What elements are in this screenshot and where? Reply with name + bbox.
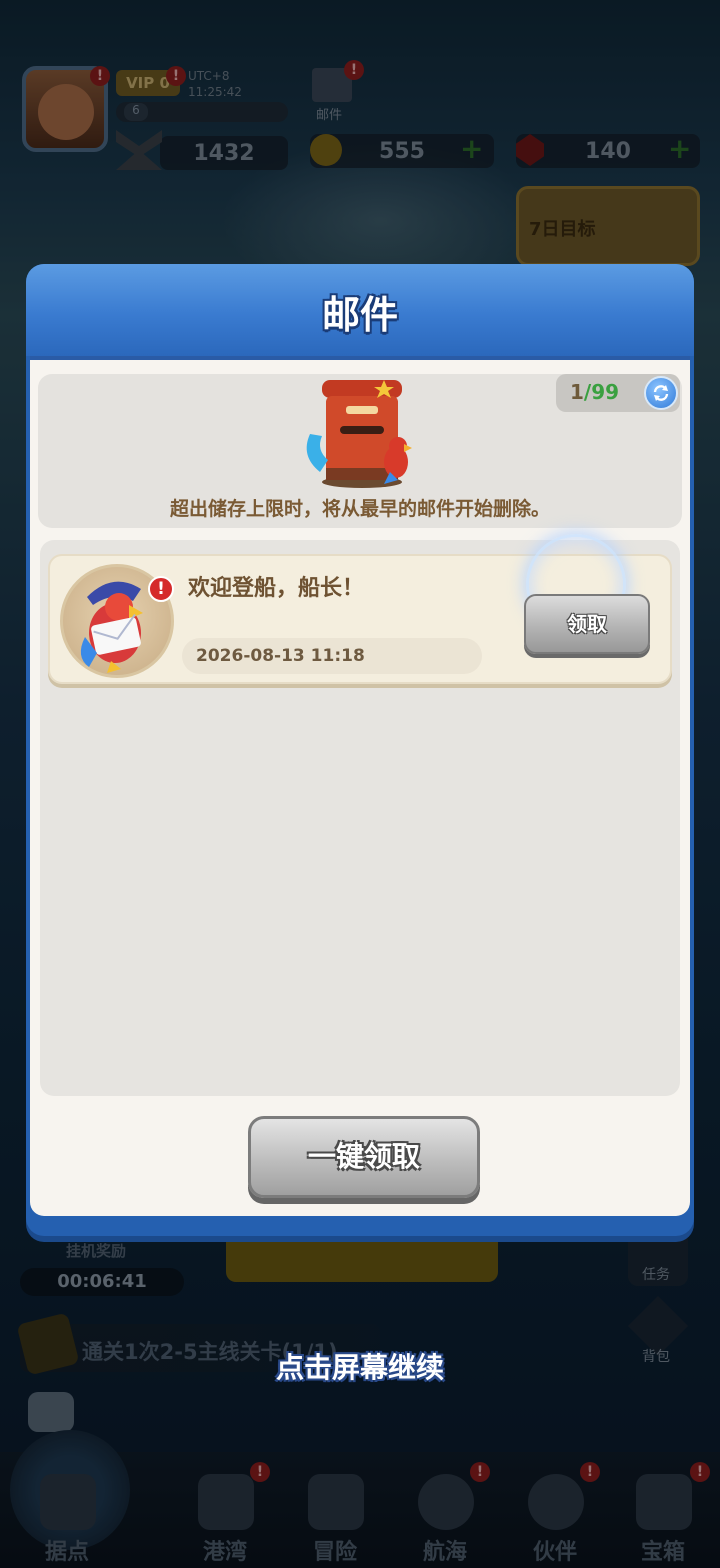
postbox-illustration xyxy=(300,376,432,490)
mail-list: ! 欢迎登船，船长！ 2026-08-13 11:18 领取 xyxy=(40,534,680,1096)
modal-body: 1/99 超出储存上限时，将从最早的邮件开始删除。 ! 欢迎登船，船长！ 202… xyxy=(30,356,690,1216)
mail-counter: 1/99 xyxy=(556,374,680,412)
mailbox-info-panel: 1/99 超出储存上限时，将从最早的邮件开始删除。 xyxy=(38,374,682,528)
unread-badge: ! xyxy=(148,576,174,602)
refresh-button[interactable] xyxy=(644,376,678,410)
storage-notice: 超出储存上限时，将从最早的邮件开始删除。 xyxy=(169,498,550,520)
mail-title: 欢迎登船，船长！ xyxy=(188,576,365,601)
modal-title: 邮件 xyxy=(321,293,398,337)
mail-count-total: /99 xyxy=(583,380,620,404)
mail-date: 2026-08-13 11:18 xyxy=(182,638,482,674)
mail-count-text: 1/99 xyxy=(570,380,619,404)
modal-header: 邮件 xyxy=(26,264,694,356)
claim-button[interactable]: 领取 xyxy=(524,594,650,654)
refresh-icon xyxy=(653,385,669,401)
mail-count-current: 1 xyxy=(570,380,584,404)
claim-all-button[interactable]: 一键领取 xyxy=(248,1116,480,1198)
tap-to-continue-text: 点击屏幕继续 xyxy=(275,1351,444,1384)
mail-list-item[interactable]: ! 欢迎登船，船长！ 2026-08-13 11:18 领取 xyxy=(48,534,672,684)
mail-modal: 邮件 1/99 超出储存上限时，将从最早的邮件开始删除。 ! 欢迎登船，船长！ … xyxy=(26,264,694,1236)
